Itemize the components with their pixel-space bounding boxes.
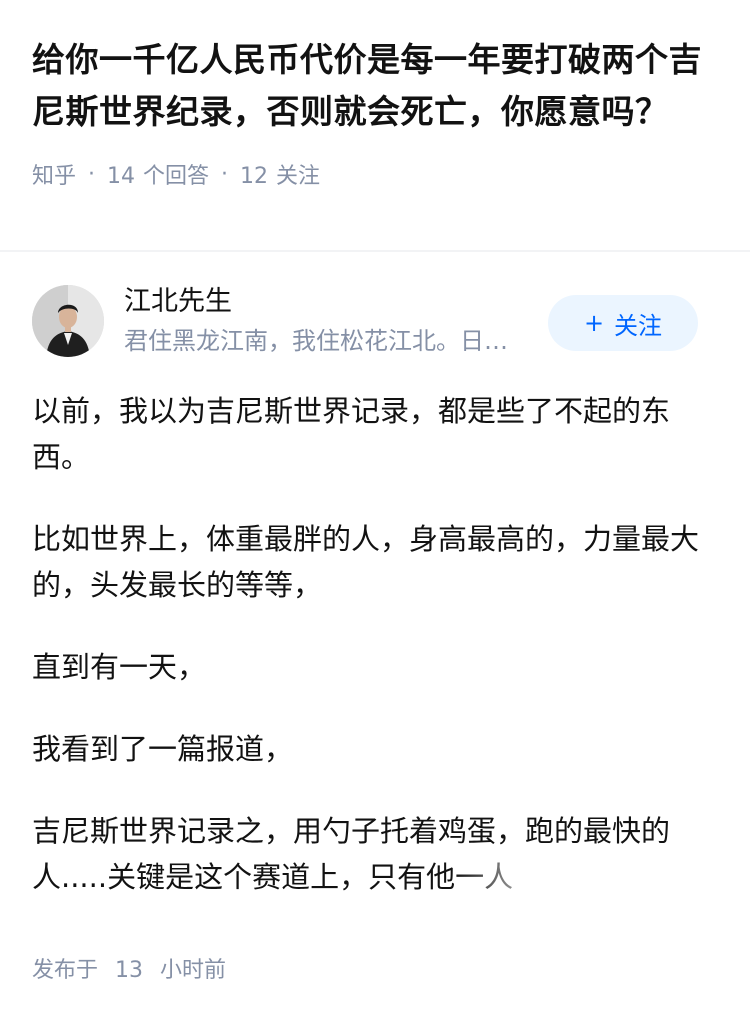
followers-label: 关注 (276, 164, 321, 189)
follow-label: 关注 (614, 311, 663, 340)
author-name[interactable]: 江北先生 (124, 284, 534, 320)
section-divider (0, 250, 750, 252)
publish-time: 发布于 13 小时前 (32, 952, 226, 984)
question-meta: 知乎 · 14 个回答 · 12 关注 (32, 158, 718, 190)
author-bio: 君住黑龙江南，我住松花江北。日… (124, 327, 508, 355)
truncation-fade (454, 854, 584, 900)
answer-paragraph: 直到有一天， (32, 650, 207, 684)
source-label[interactable]: 知乎 (32, 158, 76, 190)
plus-icon: + (583, 309, 605, 337)
answers-label: 个回答 (143, 164, 210, 189)
answers-link[interactable]: 14 个回答 (107, 158, 209, 190)
answer-paragraph-truncated: 吉尼斯世界记录之，用勺子托着鸡蛋，跑的最快的人.....关键是这个赛道上，只有他… (32, 808, 704, 900)
meta-separator: · (88, 161, 96, 187)
author-info: 江北先生 君住黑龙江南，我住松花江北。日… (124, 284, 534, 358)
answer-paragraph: 比如世界上，体重最胖的人，身高最高的，力量最大的，头发最长的等等， (32, 522, 700, 602)
followers-link[interactable]: 12 关注 (240, 158, 320, 190)
answer-paragraph: 我看到了一篇报道， (32, 732, 294, 766)
followers-count: 12 (240, 164, 269, 189)
avatar[interactable] (32, 285, 104, 357)
question-title[interactable]: 给你一千亿人民币代价是每一年要打破两个吉尼斯世界纪录，否则就会死亡，你愿意吗？ (32, 34, 718, 138)
meta-separator: · (221, 161, 229, 187)
publish-label: 发布于 (32, 958, 99, 983)
publish-unit: 小时前 (160, 958, 227, 983)
question-header: 给你一千亿人民币代价是每一年要打破两个吉尼斯世界纪录，否则就会死亡，你愿意吗？ … (0, 0, 750, 190)
follow-button[interactable]: + 关注 (548, 295, 698, 351)
publish-count: 13 (115, 958, 144, 983)
answer-content[interactable]: 以前，我以为吉尼斯世界记录，都是些了不起的东西。 比如世界上，体重最胖的人，身高… (32, 388, 704, 936)
avatar-image (32, 285, 104, 357)
answer-paragraph: 以前，我以为吉尼斯世界记录，都是些了不起的东西。 (32, 394, 671, 474)
author-card: 江北先生 君住黑龙江南，我住松花江北。日… + 关注 (32, 285, 698, 357)
answers-count: 14 (107, 164, 136, 189)
